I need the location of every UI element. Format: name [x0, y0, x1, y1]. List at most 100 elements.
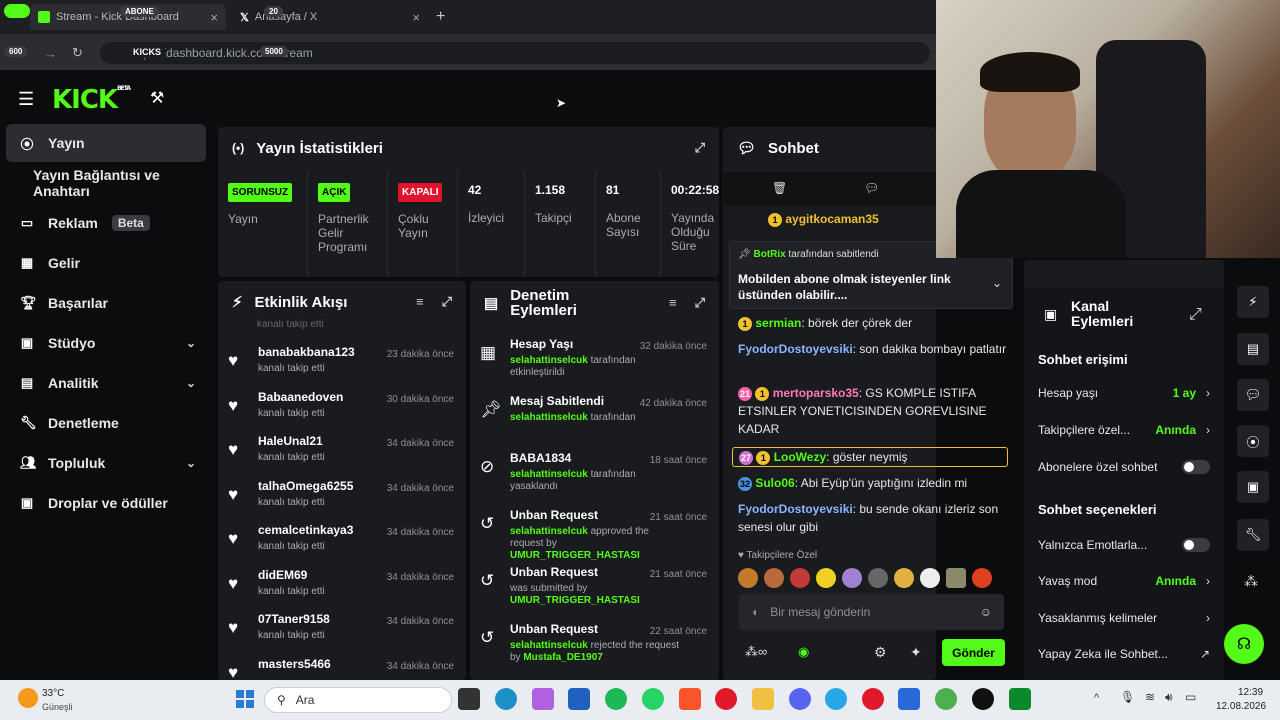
target-user[interactable]: UMUR_TRIGGER_HASTASI [510, 595, 640, 606]
username[interactable]: aygitkocaman35 [785, 212, 878, 226]
emote-icon[interactable] [868, 568, 888, 588]
copilot-icon[interactable] [532, 688, 554, 710]
close-tab-icon[interactable]: × [412, 10, 420, 25]
activity-username[interactable]: cemalcetinkaya3 [258, 523, 353, 537]
activity-username[interactable]: didEM69 [258, 568, 325, 582]
chat-input[interactable]: ◖ Bir mesaj gönderin ☺ [739, 594, 1004, 630]
sidebar-item-stream-key[interactable]: Yayın Bağlantısı ve Anahtarı [6, 164, 206, 202]
sidebar-item-basarilar[interactable]: 🏆︎ Başarılar [6, 284, 206, 322]
chrome-icon[interactable] [935, 688, 957, 710]
moderator-name[interactable]: selahattinselcuk [510, 526, 588, 537]
browser-tab-x[interactable]: 𝕏 Anasayfa / X × [232, 4, 428, 30]
expand-icon[interactable]: ⤢ [1189, 306, 1202, 324]
emoji-icon[interactable]: ☺ [980, 605, 992, 619]
account-age-row[interactable]: Hesap yaşı 1 ay › [1038, 386, 1210, 400]
sidebar-item-gelir[interactable]: ▦ Gelir [6, 244, 206, 282]
kick-coin-icon[interactable]: ◉ [798, 644, 809, 660]
trash-icon[interactable]: 🗑︎ [772, 181, 787, 195]
opera-gx-icon[interactable] [862, 688, 884, 710]
emotes-only-toggle[interactable] [1182, 538, 1210, 552]
volume-icon[interactable]: 🔊︎ [1165, 690, 1173, 705]
kicks-icon[interactable]: ⁂∞ [745, 644, 767, 660]
app-icon[interactable] [972, 688, 994, 710]
new-tab-button[interactable]: + [436, 8, 445, 26]
chat-username[interactable]: LooWezy [774, 450, 826, 464]
support-icon[interactable]: ☊ [1224, 624, 1264, 664]
message-icon[interactable]: 💬︎ [864, 181, 879, 195]
channel-icon[interactable]: ▣ [1237, 471, 1269, 503]
emote-icon[interactable] [842, 568, 862, 588]
kick-logo[interactable]: KICKBETA [52, 85, 131, 115]
moderator-name[interactable]: selahattinselcuk [510, 355, 588, 366]
chevron-down-icon[interactable]: ⌄ [992, 276, 1002, 290]
expand-icon[interactable]: ⤢ [695, 140, 705, 156]
expand-icon[interactable]: ⤢ [695, 295, 705, 311]
emote-icon[interactable] [790, 568, 810, 588]
username[interactable]: BotRix [753, 249, 785, 260]
sidebar-item-topluluk[interactable]: 👥︎ Topluluk ⌄ [6, 444, 206, 482]
activity-username[interactable]: Babaanedoven [258, 390, 343, 404]
sidebar-item-yayin[interactable]: ⦿ Yayın [6, 124, 206, 162]
sidebar-item-studyo[interactable]: ▣ Stüdyo ⌄ [6, 324, 206, 362]
wrench-icon[interactable]: 🔧︎ [1237, 519, 1269, 551]
chat-username[interactable]: FyodorDostoyevsiki [738, 342, 853, 356]
chat-bubble-icon[interactable]: 💬︎ [1237, 379, 1269, 411]
moderator-name[interactable]: selahattinselcuk [510, 640, 588, 651]
emote-icon[interactable] [946, 568, 966, 588]
moderator-name[interactable]: selahattinselcuk [510, 412, 588, 423]
apps-icon[interactable]: ⁂ [1244, 573, 1258, 590]
tools-icon[interactable]: ⚒ [150, 88, 164, 108]
task-view-icon[interactable] [458, 688, 480, 710]
ai-chat-row[interactable]: Yapay Zeka ile Sohbet... ↗ [1038, 647, 1210, 661]
moderator-name[interactable]: selahattinselcuk [510, 469, 588, 480]
target-user[interactable]: UMUR_TRIGGER_HASTASI [510, 550, 640, 561]
chat-username[interactable]: Sulo06 [755, 476, 794, 490]
broadcast-icon[interactable]: ⦿ [1237, 425, 1269, 457]
emote-icon[interactable] [816, 568, 836, 588]
send-button[interactable]: Gönder [942, 639, 1005, 666]
forward-icon[interactable]: → [44, 46, 57, 61]
windows-start-icon[interactable] [236, 690, 254, 708]
followers-only-row[interactable]: Takipçilere özel... Anında › [1038, 423, 1210, 437]
battery-icon[interactable]: ▭ [1185, 690, 1196, 704]
filter-icon[interactable]: ≡ [669, 295, 677, 311]
emote-icon[interactable] [972, 568, 992, 588]
reload-icon[interactable]: ↻ [72, 45, 83, 61]
badge-icon[interactable]: ✦ [910, 644, 922, 661]
gear-icon[interactable]: ⚙ [874, 644, 887, 661]
activity-username[interactable]: talhaOmega6255 [258, 479, 353, 493]
activity-username[interactable]: 07Taner9158 [258, 612, 330, 626]
weather-icon[interactable] [18, 688, 38, 708]
document-icon[interactable]: ▤ [1237, 333, 1269, 365]
discord-icon[interactable] [789, 688, 811, 710]
emote-icon[interactable] [920, 568, 940, 588]
close-tab-icon[interactable]: × [210, 10, 218, 25]
hamburger-menu-icon[interactable]: ☰ [18, 89, 34, 110]
tray-chevron-icon[interactable]: ^ [1094, 692, 1099, 704]
spotify-icon[interactable] [605, 688, 627, 710]
folder-icon[interactable] [752, 688, 774, 710]
activity-username[interactable]: masters5466 [258, 657, 331, 671]
mic-icon[interactable]: 🎙︎ [1120, 690, 1135, 704]
kick-app-icon[interactable] [1009, 688, 1031, 710]
taskbar-search[interactable]: ⚲ Ara [264, 687, 452, 713]
chat-username[interactable]: sermian [755, 316, 801, 330]
app-icon[interactable] [898, 688, 920, 710]
emote-icon[interactable] [894, 568, 914, 588]
subs-only-toggle[interactable] [1182, 460, 1210, 474]
brave-icon[interactable] [679, 688, 701, 710]
emote-icon[interactable] [764, 568, 784, 588]
activity-username[interactable]: HaleUnal21 [258, 434, 325, 448]
wifi-icon[interactable]: ≋ [1145, 690, 1155, 704]
activity-username[interactable]: banabakbana123 [258, 345, 355, 359]
target-user[interactable]: Mustafa_DE1907 [523, 652, 602, 663]
opera-icon[interactable] [715, 688, 737, 710]
chat-username[interactable]: FyodorDostoyevsiki [738, 502, 853, 516]
expand-icon[interactable]: ⤢ [442, 294, 452, 310]
telegram-icon[interactable] [825, 688, 847, 710]
address-bar[interactable]: https://dashboard.kick.com/stream [100, 42, 930, 64]
clock-time[interactable]: 12:39 [1238, 687, 1263, 698]
slow-mode-row[interactable]: Yavaş mod Anında › [1038, 574, 1210, 588]
app-icon[interactable] [568, 688, 590, 710]
clock-date[interactable]: 12.08.2026 [1216, 701, 1266, 712]
